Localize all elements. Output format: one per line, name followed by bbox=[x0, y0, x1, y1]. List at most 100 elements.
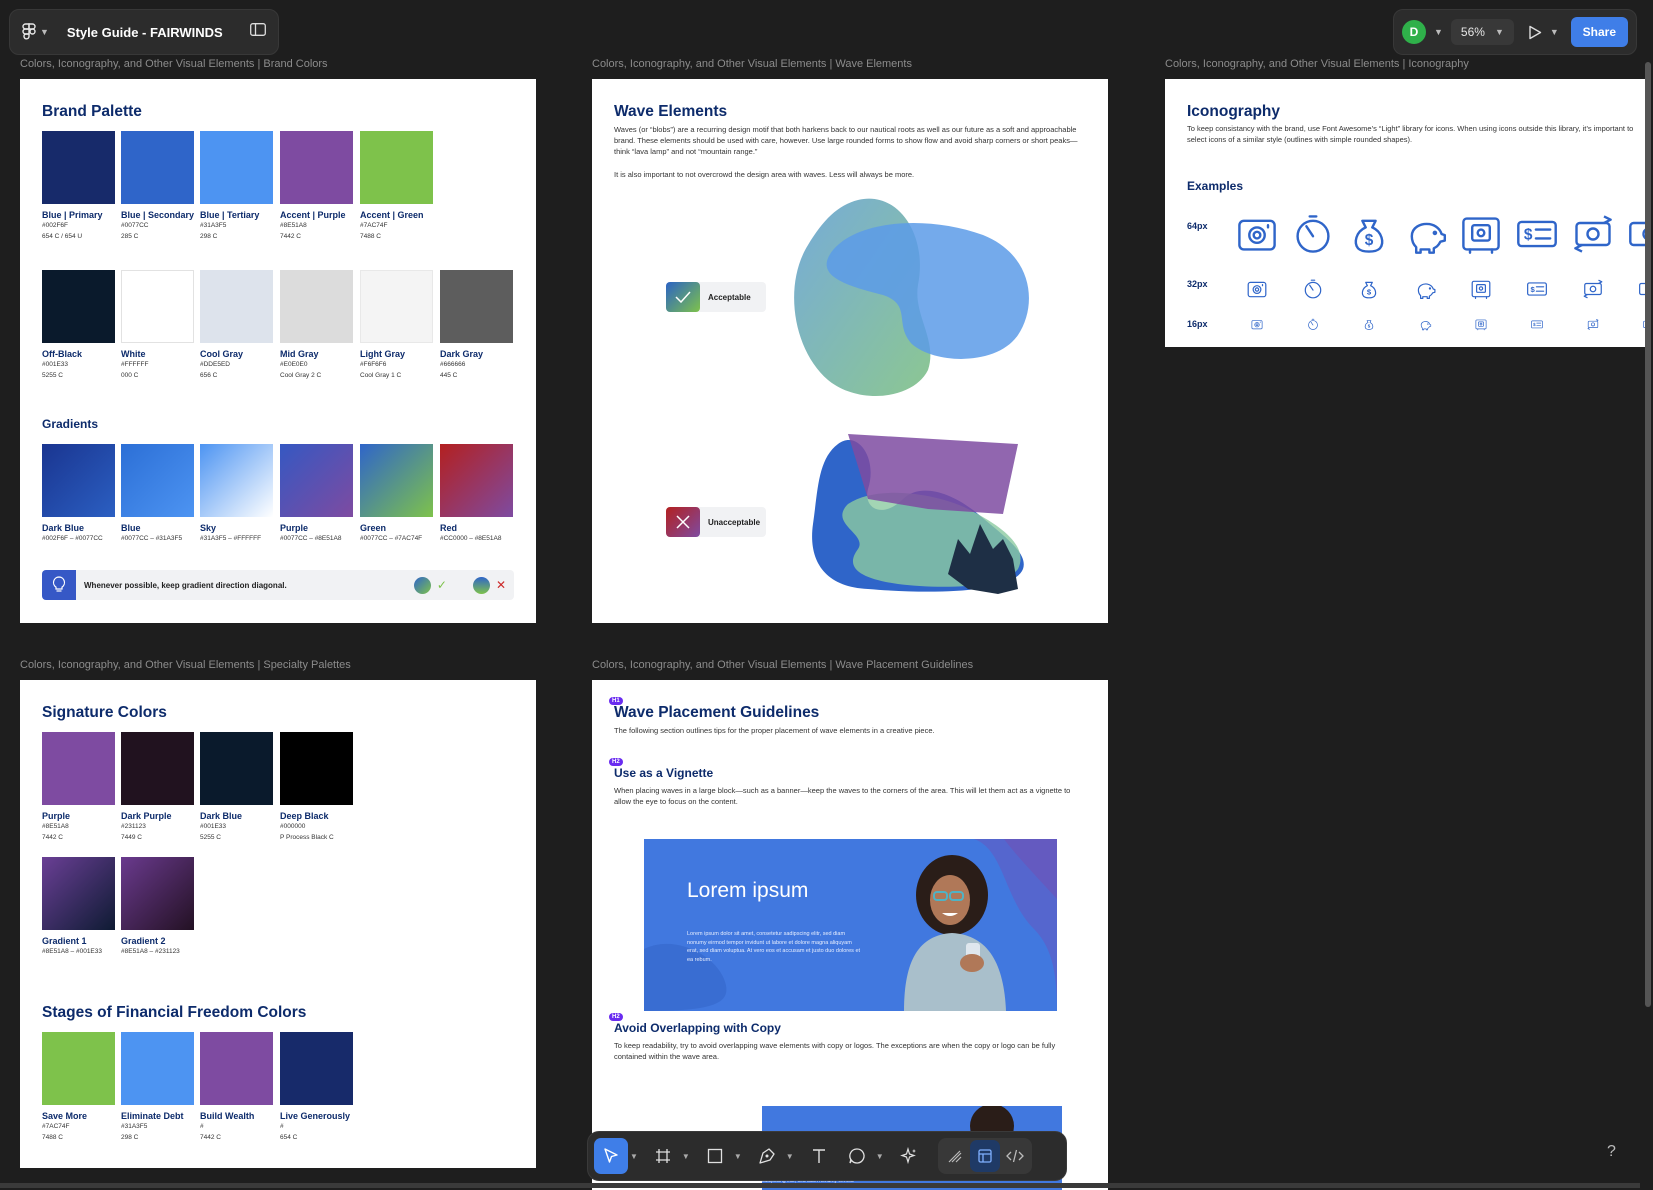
chevron-down-icon[interactable]: ▼ bbox=[682, 1152, 690, 1161]
swatch-hex: #8E51A8 – #231123 bbox=[121, 948, 180, 955]
icon-examples-grid: $ $ $ $ $ $ bbox=[1238, 215, 1645, 331]
swatch-pms: 445 C bbox=[440, 372, 458, 379]
chevron-down-icon[interactable]: ▼ bbox=[734, 1152, 742, 1161]
swatch-white: White #FFFFFF 000 C bbox=[121, 270, 194, 381]
size-label-16: 16px bbox=[1187, 319, 1208, 329]
swatch-name: Save More bbox=[42, 1111, 88, 1121]
money-bag-icon: $ bbox=[1361, 281, 1377, 299]
swatch-hex: #666666 bbox=[440, 361, 466, 368]
swatch-hex: #FFFFFF bbox=[121, 361, 149, 368]
frame-tool-icon[interactable] bbox=[646, 1138, 680, 1174]
gradient-tip-callout: Whenever possible, keep gradient directi… bbox=[42, 570, 514, 600]
swatch-pms: 285 C bbox=[121, 233, 139, 240]
swatch-name: Dark Purple bbox=[121, 811, 172, 821]
banner-heading: Lorem ipsum bbox=[687, 879, 809, 902]
chevron-down-icon[interactable]: ▼ bbox=[876, 1152, 884, 1161]
text-tool-icon[interactable] bbox=[802, 1138, 836, 1174]
vignette-title: Use as a Vignette bbox=[614, 766, 714, 780]
swatch-pms: 7449 C bbox=[121, 834, 142, 841]
swatch-hex: #F6F6F6 bbox=[360, 361, 387, 368]
swatch-hex: #0077CC – #8E51A8 bbox=[280, 535, 342, 542]
figma-menu-icon[interactable]: ▼ bbox=[22, 23, 49, 41]
help-button[interactable]: ? bbox=[1607, 1143, 1616, 1161]
play-icon[interactable] bbox=[1528, 25, 1542, 40]
swatch-deep-black: Deep Black #000000 P Process Black C bbox=[280, 732, 353, 843]
svg-text:$: $ bbox=[1530, 285, 1535, 294]
swatch-name: Gradient 2 bbox=[121, 936, 166, 946]
swatch-pms: 7488 C bbox=[42, 1134, 63, 1141]
frame-wave-placement[interactable]: H1 Wave Placement Guidelines The followi… bbox=[592, 680, 1108, 1190]
swatch-hex: #E0E0E0 bbox=[280, 361, 308, 368]
frame-label-specialty-palettes[interactable]: Colors, Iconography, and Other Visual El… bbox=[20, 659, 351, 671]
frame-brand-colors[interactable]: Brand Palette Blue | Primary #002F6F 654… bbox=[20, 79, 536, 623]
chevron-down-icon[interactable]: ▼ bbox=[1550, 27, 1559, 37]
swatch-pms: 7442 C bbox=[42, 834, 63, 841]
swatch-hex: # bbox=[200, 1123, 204, 1130]
dev-mode-icon[interactable] bbox=[1000, 1140, 1030, 1172]
unacceptable-text: Unacceptable bbox=[708, 517, 761, 527]
horizontal-scrollbar[interactable] bbox=[0, 1183, 1640, 1188]
comment-tool-icon[interactable] bbox=[840, 1138, 874, 1174]
swatch-hex: #31A3F5 bbox=[121, 1123, 148, 1130]
swatch-name: Build Wealth bbox=[200, 1111, 255, 1121]
mode-switcher bbox=[937, 1138, 1032, 1174]
zoom-level: 56% bbox=[1460, 25, 1485, 39]
move-tool-icon[interactable] bbox=[594, 1138, 628, 1174]
chevron-down-icon[interactable]: ▼ bbox=[630, 1152, 638, 1161]
swatch-gradient-red: Red #CC0000 – #8E51A8 bbox=[440, 444, 513, 544]
color-chip bbox=[121, 444, 194, 517]
frame-label-wave-placement[interactable]: Colors, Iconography, and Other Visual El… bbox=[592, 659, 973, 671]
color-chip bbox=[42, 857, 115, 930]
swatch-name: Mid Gray bbox=[280, 349, 319, 359]
frame-label-brand-colors[interactable]: Colors, Iconography, and Other Visual El… bbox=[20, 58, 328, 70]
x-icon: ✕ bbox=[495, 578, 506, 592]
overlap-title: Avoid Overlapping with Copy bbox=[614, 1021, 781, 1035]
swatch-name: Light Gray bbox=[360, 349, 406, 359]
swatch-hex: #0077CC bbox=[121, 222, 149, 229]
frame-label-wave-elements[interactable]: Colors, Iconography, and Other Visual El… bbox=[592, 58, 912, 70]
vertical-scrollbar[interactable] bbox=[1645, 62, 1651, 1007]
money-check-icon: $ bbox=[1527, 282, 1547, 296]
swatch-pms: Cool Gray 1 C bbox=[360, 372, 402, 379]
swatch-pms: 5255 C bbox=[200, 834, 221, 841]
check-icon: ✓ bbox=[436, 578, 447, 592]
svg-text:$: $ bbox=[1365, 232, 1374, 249]
actions-sparkle-icon[interactable] bbox=[892, 1138, 926, 1174]
money-bill-icon bbox=[1629, 221, 1645, 247]
swatch-dark-purple: Dark Purple #231123 7449 C bbox=[121, 732, 194, 843]
h2-badge: H2 bbox=[609, 1013, 623, 1021]
swatch-save-more: Save More #7AC74F 7488 C bbox=[42, 1032, 115, 1143]
swatch-name: Off-Black bbox=[42, 349, 83, 359]
pen-tool-icon[interactable] bbox=[750, 1138, 784, 1174]
cash-register-icon bbox=[1471, 280, 1491, 299]
frame-wave-elements[interactable]: Wave Elements Waves (or “blobs”) are a r… bbox=[592, 79, 1108, 623]
color-chip bbox=[440, 270, 513, 343]
rectangle-tool-icon[interactable] bbox=[698, 1138, 732, 1174]
sidebar-toggle-icon[interactable] bbox=[250, 23, 266, 41]
avatar[interactable]: D bbox=[1402, 20, 1426, 44]
color-chip bbox=[121, 857, 194, 930]
svg-text:$: $ bbox=[1367, 288, 1372, 297]
share-button[interactable]: Share bbox=[1570, 17, 1628, 47]
size-label-64: 64px bbox=[1187, 221, 1208, 231]
canvas[interactable]: ▼ Style Guide - FAIRWINDS D ▼ 56% ▼ ▼ Sh… bbox=[0, 0, 1653, 1190]
frame-label-iconography[interactable]: Colors, Iconography, and Other Visual El… bbox=[1165, 58, 1469, 70]
color-chip bbox=[42, 1032, 115, 1105]
swatch-hex: #31A3F5 bbox=[200, 222, 227, 229]
frame-specialty-palettes[interactable]: Signature Colors Purple #8E51A8 7442 C D… bbox=[20, 680, 536, 1168]
swatch-name: Blue bbox=[121, 523, 141, 533]
money-bag-icon: $ bbox=[1364, 320, 1374, 330]
chevron-down-icon[interactable]: ▼ bbox=[786, 1152, 794, 1161]
diagonal-gradient-dot bbox=[413, 576, 431, 594]
draw-mode-icon[interactable] bbox=[940, 1140, 970, 1172]
lightbulb-icon bbox=[42, 570, 76, 600]
color-chip bbox=[42, 732, 115, 805]
swatch-gradient-purple: Purple #0077CC – #8E51A8 bbox=[280, 444, 353, 544]
chevron-down-icon[interactable]: ▼ bbox=[1434, 27, 1443, 37]
zoom-dropdown[interactable]: 56% ▼ bbox=[1450, 19, 1514, 45]
color-chip bbox=[200, 131, 273, 204]
design-mode-icon[interactable] bbox=[969, 1140, 1000, 1172]
color-chip bbox=[360, 270, 433, 343]
file-title[interactable]: Style Guide - FAIRWINDS bbox=[67, 25, 223, 40]
unacceptable-label: Unacceptable bbox=[666, 507, 766, 537]
